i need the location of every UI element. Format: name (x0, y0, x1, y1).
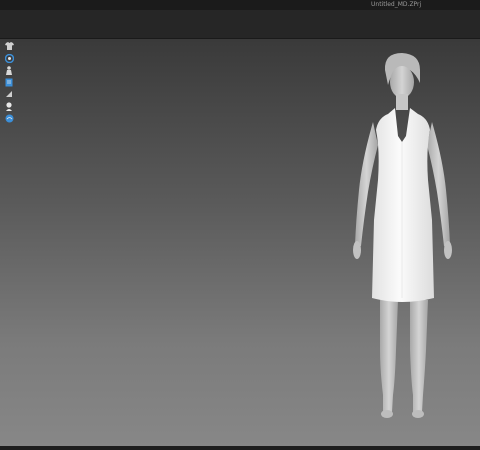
main-toolbar (0, 10, 480, 39)
avatar-model (353, 53, 452, 418)
title-bar: Untitled_MD.ZPrj (0, 0, 480, 10)
avatar-icon[interactable] (4, 65, 14, 75)
avatar-with-dress[interactable] (340, 50, 470, 425)
texture-icon[interactable] (4, 113, 14, 123)
pattern-icon[interactable] (4, 77, 14, 87)
dress (372, 108, 434, 302)
viewport-toolbar (4, 41, 16, 125)
user-icon[interactable] (4, 101, 14, 111)
avatar-head (390, 66, 414, 98)
garment-icon[interactable] (4, 41, 14, 51)
arrangement-icon[interactable] (4, 53, 14, 63)
avatar-left-leg (380, 300, 398, 412)
avatar-right-leg (410, 300, 428, 412)
tape-icon[interactable] (4, 89, 14, 99)
status-strip (0, 446, 480, 450)
window-title: Untitled_MD.ZPrj (371, 1, 422, 8)
